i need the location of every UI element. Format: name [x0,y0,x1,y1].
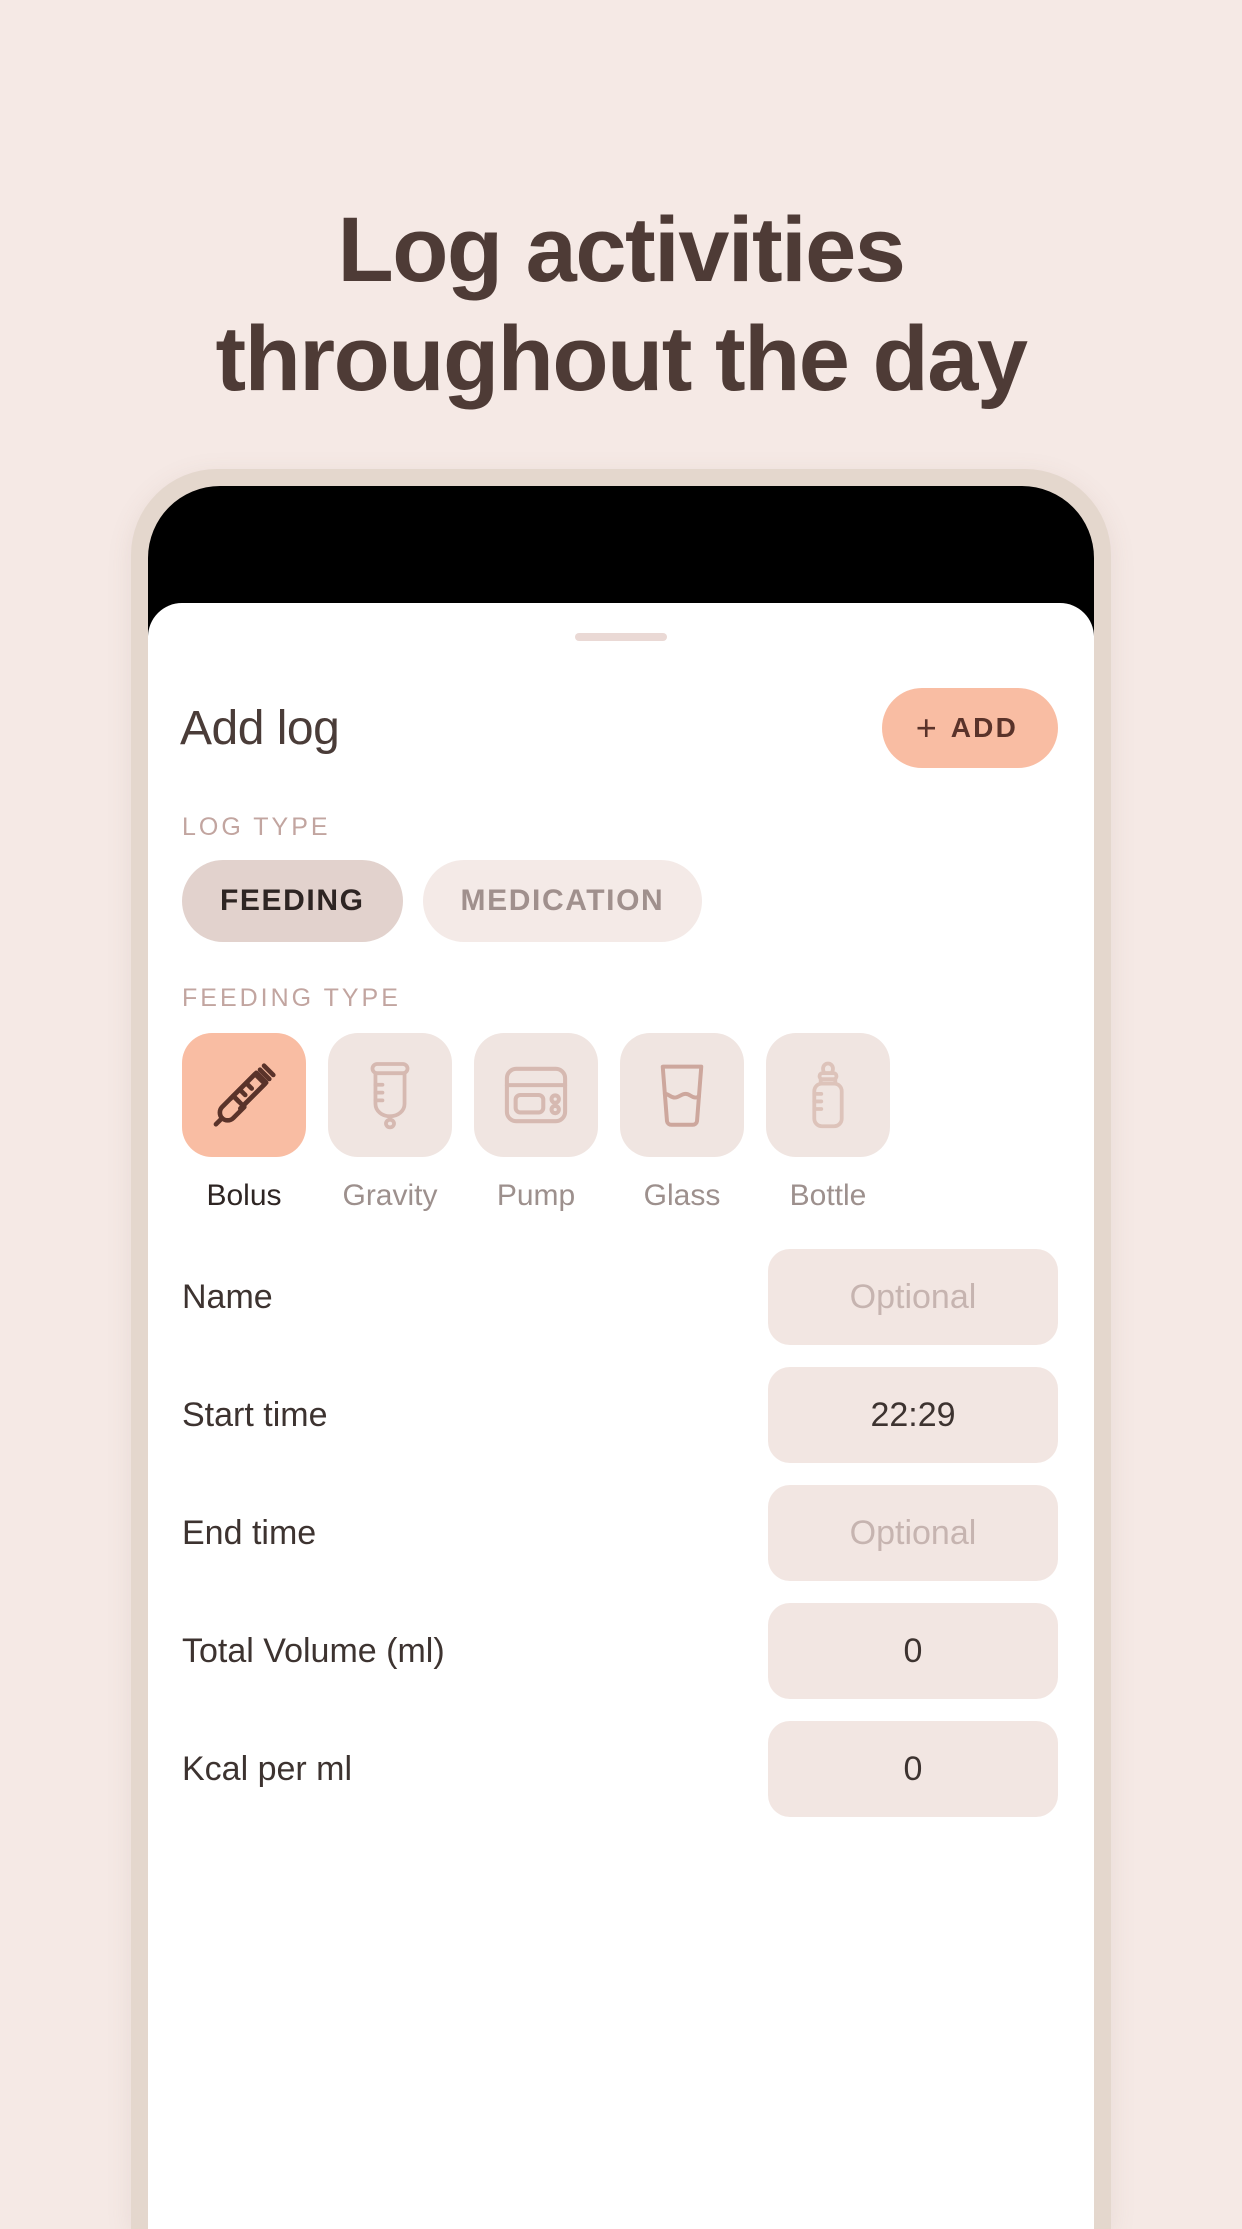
form-label-name: Name [182,1277,273,1316]
end-time-input-value: Optional [849,1513,977,1552]
name-input-value: Optional [849,1277,977,1316]
phone-mockup: Add log + ADD LOG TYPE FEEDING MEDICATIO… [131,469,1111,2229]
log-type-option-medication[interactable]: MEDICATION [422,860,703,942]
kcal-per-ml-input[interactable]: 0 [768,1721,1058,1817]
total-volume-input-value: 0 [903,1631,923,1670]
log-type-option-medication-label: MEDICATION [460,884,665,917]
feeding-type-option-glass[interactable]: Glass [620,1033,744,1213]
feeding-type-tile-pump[interactable] [474,1033,598,1157]
feeding-type-tile-bottle[interactable] [766,1033,890,1157]
kcal-per-ml-input-value: 0 [903,1749,923,1788]
log-form: Name Optional Start time 22:29 End time [148,1249,1094,1817]
add-button[interactable]: + ADD [881,688,1058,768]
feeding-type-option-gravity[interactable]: Gravity [328,1033,452,1213]
form-row-kcal-per-ml: Kcal per ml 0 [182,1721,1058,1817]
feeding-type-tile-gravity[interactable] [328,1033,452,1157]
form-label-kcal-per-ml: Kcal per ml [182,1749,353,1788]
form-row-start-time: Start time 22:29 [182,1367,1058,1463]
headline-line-1: Log activities [337,199,906,301]
form-label-total-volume: Total Volume (ml) [182,1631,445,1670]
feeding-type-option-bottle[interactable]: Bottle [766,1033,890,1213]
start-time-input-value: 22:29 [870,1395,956,1434]
feeding-type-label-bolus: Bolus [206,1179,282,1212]
feeding-type-option-bolus[interactable]: Bolus [182,1033,306,1213]
log-type-option-feeding-label: FEEDING [220,884,365,917]
gravity-bag-icon [359,1060,421,1130]
feeding-type-section-label: FEEDING TYPE [182,984,401,1012]
form-row-total-volume: Total Volume (ml) 0 [182,1603,1058,1699]
feeding-type-tile-bolus[interactable] [182,1033,306,1157]
feeding-type-label-pump: Pump [496,1179,576,1212]
add-log-bottom-sheet: Add log + ADD LOG TYPE FEEDING MEDICATIO… [148,603,1094,2229]
syringe-icon [207,1058,281,1132]
pump-icon [501,1063,571,1127]
log-type-options: FEEDING MEDICATION [148,860,1094,942]
form-label-start-time: Start time [182,1395,328,1434]
log-type-option-feeding[interactable]: FEEDING [182,860,403,942]
end-time-input[interactable]: Optional [768,1485,1058,1581]
feeding-type-label-bottle: Bottle [789,1179,867,1212]
log-type-section-label: LOG TYPE [182,813,331,841]
headline-line-2: throughout the day [215,307,1028,410]
form-row-name: Name Optional [182,1249,1058,1345]
feeding-type-option-pump[interactable]: Pump [474,1033,598,1213]
feeding-type-label-gravity: Gravity [342,1179,438,1212]
promo-headline: Log activities throughout the day [0,196,1242,413]
start-time-input[interactable]: 22:29 [768,1367,1058,1463]
form-label-end-time: End time [182,1513,317,1552]
baby-bottle-icon [803,1060,853,1130]
form-row-end-time: End time Optional [182,1485,1058,1581]
feeding-type-options[interactable]: Bolus Gravity Pump Glass Bottle [148,1033,1094,1213]
total-volume-input[interactable]: 0 [768,1603,1058,1699]
glass-icon [653,1061,711,1129]
page-title: Add log [180,701,340,755]
feeding-type-tile-glass[interactable] [620,1033,744,1157]
feeding-type-label-glass: Glass [643,1179,721,1212]
name-input[interactable]: Optional [768,1249,1058,1345]
phone-screen: Add log + ADD LOG TYPE FEEDING MEDICATIO… [148,486,1094,2229]
add-button-label: ADD [950,712,1018,743]
plus-icon: + [915,707,937,748]
sheet-header: Add log + ADD [148,685,1094,771]
